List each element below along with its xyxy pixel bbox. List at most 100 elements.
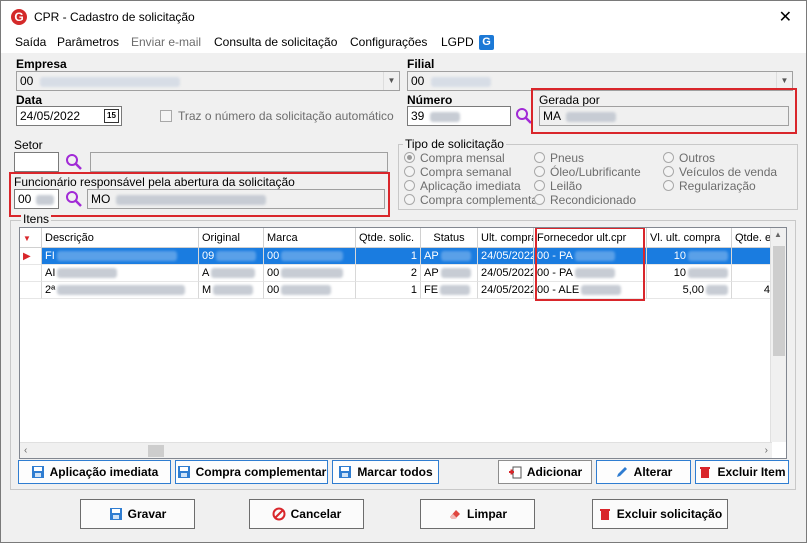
button-label: Compra complementar: [195, 465, 327, 479]
alterar-button[interactable]: Alterar: [596, 460, 691, 484]
cell-vl[interactable]: 5,00: [647, 282, 732, 299]
setor-code-field[interactable]: [14, 152, 59, 172]
calendar-icon[interactable]: 15: [104, 109, 119, 123]
menu-parametros[interactable]: Parâmetros: [57, 35, 119, 49]
cell-status[interactable]: AP: [421, 265, 478, 282]
horizontal-scrollbar[interactable]: ‹ ›: [20, 442, 772, 458]
data-field[interactable]: 24/05/2022 15: [16, 106, 122, 126]
radio-dot[interactable]: [534, 194, 545, 205]
funcionario-code-value: 00: [18, 192, 32, 206]
cell-original[interactable]: M: [199, 282, 264, 299]
cell-ult[interactable]: 24/05/2022: [478, 282, 534, 299]
radio-dot[interactable]: [404, 166, 415, 177]
aplicacao-imediata-button[interactable]: Aplicação imediata: [18, 460, 171, 484]
adicionar-button[interactable]: Adicionar: [498, 460, 592, 484]
col-vl-ult-compra[interactable]: Vl. ult. compra: [647, 228, 732, 248]
cell-status[interactable]: FE: [421, 282, 478, 299]
col-qtde-es[interactable]: Qtde. es: [732, 228, 774, 248]
cell-status[interactable]: AP: [421, 248, 478, 265]
scroll-left-icon[interactable]: ‹: [24, 445, 27, 456]
radio-dot[interactable]: [663, 180, 674, 191]
menu-consulta[interactable]: Consulta de solicitação: [214, 35, 337, 49]
radio-compra-semanal[interactable]: Compra semanal: [404, 165, 511, 179]
cell-qtde-es[interactable]: [732, 248, 774, 265]
menu-enviar-email[interactable]: Enviar e-mail: [131, 35, 201, 49]
chevron-down-icon[interactable]: ▼: [383, 72, 399, 90]
col-status[interactable]: Status: [421, 228, 478, 248]
col-original[interactable]: Original: [199, 228, 264, 248]
auto-number-checkbox[interactable]: Traz o número da solicitação automático: [160, 109, 394, 123]
cell-ult[interactable]: 24/05/2022: [478, 248, 534, 265]
vertical-scrollbar[interactable]: ▲: [770, 228, 786, 442]
search-icon[interactable]: [65, 153, 83, 171]
radio-label: Aplicação imediata: [420, 179, 521, 193]
radio-dot[interactable]: [404, 152, 415, 163]
cell-qtde-es[interactable]: 4: [732, 282, 774, 299]
radio-dot[interactable]: [534, 166, 545, 177]
menu-lgpd[interactable]: LGPD: [441, 35, 474, 49]
cell-marca[interactable]: 00: [264, 265, 356, 282]
lgpd-icon[interactable]: G: [479, 35, 494, 50]
col-marca[interactable]: Marca: [264, 228, 356, 248]
col-qtde[interactable]: Qtde. solic.: [356, 228, 421, 248]
scroll-up-icon[interactable]: ▲: [774, 230, 782, 239]
radio-compra-mensal[interactable]: Compra mensal: [404, 151, 505, 165]
radio-oleo[interactable]: Óleo/Lubrificante: [534, 165, 641, 179]
cell-desc[interactable]: AI: [42, 265, 199, 282]
excluir-item-button[interactable]: Excluir Item: [695, 460, 789, 484]
radio-dot[interactable]: [663, 166, 674, 177]
col-descricao[interactable]: Descrição: [42, 228, 199, 248]
cell-ult[interactable]: 24/05/2022: [478, 265, 534, 282]
button-label: Adicionar: [526, 465, 583, 479]
radio-pneus[interactable]: Pneus: [534, 151, 584, 165]
compra-complementar-button[interactable]: Compra complementar: [175, 460, 328, 484]
cell-qtde[interactable]: 2: [356, 265, 421, 282]
cell-qtde-es[interactable]: [732, 265, 774, 282]
menu-configuracoes[interactable]: Configurações: [350, 35, 427, 49]
cell-marca[interactable]: 00: [264, 282, 356, 299]
radio-leilao[interactable]: Leilão: [534, 179, 582, 193]
cell-desc[interactable]: 2ª: [42, 282, 199, 299]
radio-recondicionado[interactable]: Recondicionado: [534, 193, 636, 207]
gravar-button[interactable]: Gravar: [80, 499, 195, 529]
radio-dot[interactable]: [404, 180, 415, 191]
radio-dot[interactable]: [534, 152, 545, 163]
radio-dot[interactable]: [663, 152, 674, 163]
h-scrollbar-thumb[interactable]: [148, 445, 164, 457]
cell-vl[interactable]: 10: [647, 265, 732, 282]
cell-marca[interactable]: 00: [264, 248, 356, 265]
scroll-right-icon[interactable]: ›: [765, 445, 768, 456]
items-table[interactable]: ▼ Descrição Original Marca Qtde. solic. …: [19, 227, 787, 459]
cell-original[interactable]: A: [199, 265, 264, 282]
radio-veiculos-venda[interactable]: Veículos de venda: [663, 165, 777, 179]
radio-outros[interactable]: Outros: [663, 151, 715, 165]
numero-field[interactable]: 39: [407, 106, 511, 126]
search-icon[interactable]: [65, 190, 83, 208]
floppy-icon: [31, 466, 44, 478]
marcar-todos-button[interactable]: Marcar todos: [332, 460, 439, 484]
cell-vl[interactable]: 10: [647, 248, 732, 265]
close-icon[interactable]: ✕: [779, 7, 792, 27]
cell-qtde[interactable]: 1: [356, 282, 421, 299]
radio-dot[interactable]: [404, 194, 415, 205]
checkbox-box[interactable]: [160, 110, 172, 122]
radio-aplicacao-imediata[interactable]: Aplicação imediata: [404, 179, 521, 193]
cell-original[interactable]: 09: [199, 248, 264, 265]
col-ult-compra[interactable]: Ult. compra: [478, 228, 534, 248]
gerada-por-value: MA: [543, 109, 561, 123]
cell-value: 10: [673, 267, 686, 279]
excluir-solicitacao-button[interactable]: Excluir solicitação: [592, 499, 728, 529]
redacted-text: [688, 251, 728, 262]
radio-dot[interactable]: [534, 180, 545, 191]
funcionario-code-field[interactable]: 00: [14, 189, 59, 209]
cell-qtde[interactable]: 1: [356, 248, 421, 265]
scrollbar-thumb[interactable]: [773, 246, 785, 356]
eraser-icon: [449, 510, 460, 519]
limpar-button[interactable]: Limpar: [420, 499, 535, 529]
radio-regularizacao[interactable]: Regularização: [663, 179, 756, 193]
menu-saida[interactable]: Saída: [15, 35, 46, 49]
cell-desc[interactable]: FI: [42, 248, 199, 265]
empresa-select[interactable]: 00 ▼: [16, 71, 400, 91]
cancelar-button[interactable]: Cancelar: [249, 499, 364, 529]
radio-compra-complementar[interactable]: Compra complementar: [404, 193, 542, 207]
